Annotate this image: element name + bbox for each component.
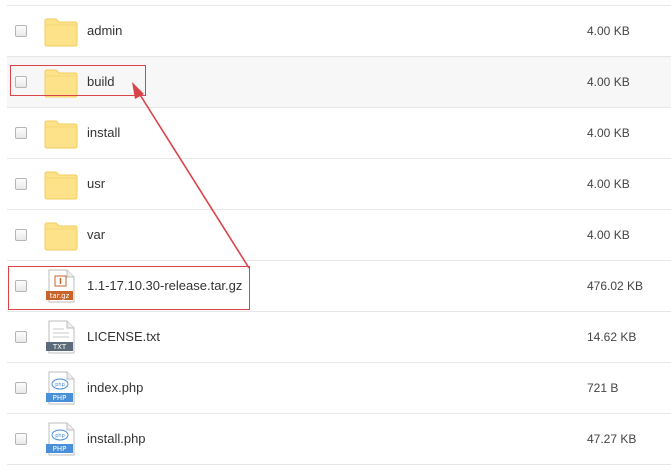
svg-text:php: php — [55, 382, 65, 388]
row-checkbox[interactable] — [15, 76, 27, 88]
file-row-install-php[interactable]: php PHP install.php 47.27 KB — [7, 414, 671, 465]
file-size: 47.27 KB — [587, 432, 637, 446]
file-row-admin[interactable]: admin 4.00 KB — [7, 6, 671, 57]
file-row-var[interactable]: var 4.00 KB — [7, 210, 671, 261]
file-size: 4.00 KB — [587, 228, 630, 242]
file-size: 476.02 KB — [587, 279, 644, 293]
folder-icon — [44, 120, 78, 149]
archive-file-icon: tar.gz — [46, 269, 75, 303]
php-file-icon: php PHP — [46, 371, 75, 405]
file-name[interactable]: LICENSE.txt — [87, 312, 160, 362]
file-list: admin 4.00 KB build 4.00 KB install 4.00… — [7, 5, 671, 465]
file-name[interactable]: install — [87, 108, 120, 158]
file-row-build[interactable]: build 4.00 KB — [7, 57, 671, 108]
file-size: 14.62 KB — [587, 330, 637, 344]
file-name[interactable]: index.php — [87, 363, 143, 413]
file-name[interactable]: build — [87, 57, 114, 107]
file-name[interactable]: var — [87, 210, 105, 260]
file-type-badge: TXT — [52, 343, 67, 351]
folder-icon — [44, 69, 78, 98]
file-type-badge: PHP — [53, 445, 67, 453]
row-checkbox[interactable] — [15, 178, 27, 190]
row-checkbox[interactable] — [15, 127, 27, 139]
file-size: 4.00 KB — [587, 24, 630, 38]
row-checkbox[interactable] — [15, 331, 27, 343]
file-type-badge: PHP — [53, 394, 67, 402]
file-size: 721 B — [587, 381, 619, 395]
svg-text:php: php — [55, 433, 65, 439]
file-name[interactable]: admin — [87, 6, 122, 56]
folder-icon — [44, 171, 78, 200]
folder-icon — [44, 222, 78, 251]
row-checkbox[interactable] — [15, 433, 27, 445]
file-row-index-php[interactable]: php PHP index.php 721 B — [7, 363, 671, 414]
row-checkbox[interactable] — [15, 229, 27, 241]
row-checkbox[interactable] — [15, 280, 27, 292]
file-row-release-archive[interactable]: tar.gz 1.1-17.10.30-release.tar.gz 476.0… — [7, 261, 671, 312]
file-row-usr[interactable]: usr 4.00 KB — [7, 159, 671, 210]
file-name[interactable]: usr — [87, 159, 105, 209]
folder-icon — [44, 18, 78, 47]
file-type-badge: tar.gz — [50, 292, 70, 300]
file-size: 4.00 KB — [587, 75, 630, 89]
row-checkbox[interactable] — [15, 25, 27, 37]
file-size: 4.00 KB — [587, 177, 630, 191]
file-row-install[interactable]: install 4.00 KB — [7, 108, 671, 159]
text-file-icon: TXT — [46, 320, 75, 354]
file-name[interactable]: install.php — [87, 414, 146, 464]
file-name[interactable]: 1.1-17.10.30-release.tar.gz — [87, 261, 242, 311]
file-row-license[interactable]: TXT LICENSE.txt 14.62 KB — [7, 312, 671, 363]
row-checkbox[interactable] — [15, 382, 27, 394]
php-file-icon: php PHP — [46, 422, 75, 456]
file-size: 4.00 KB — [587, 126, 630, 140]
